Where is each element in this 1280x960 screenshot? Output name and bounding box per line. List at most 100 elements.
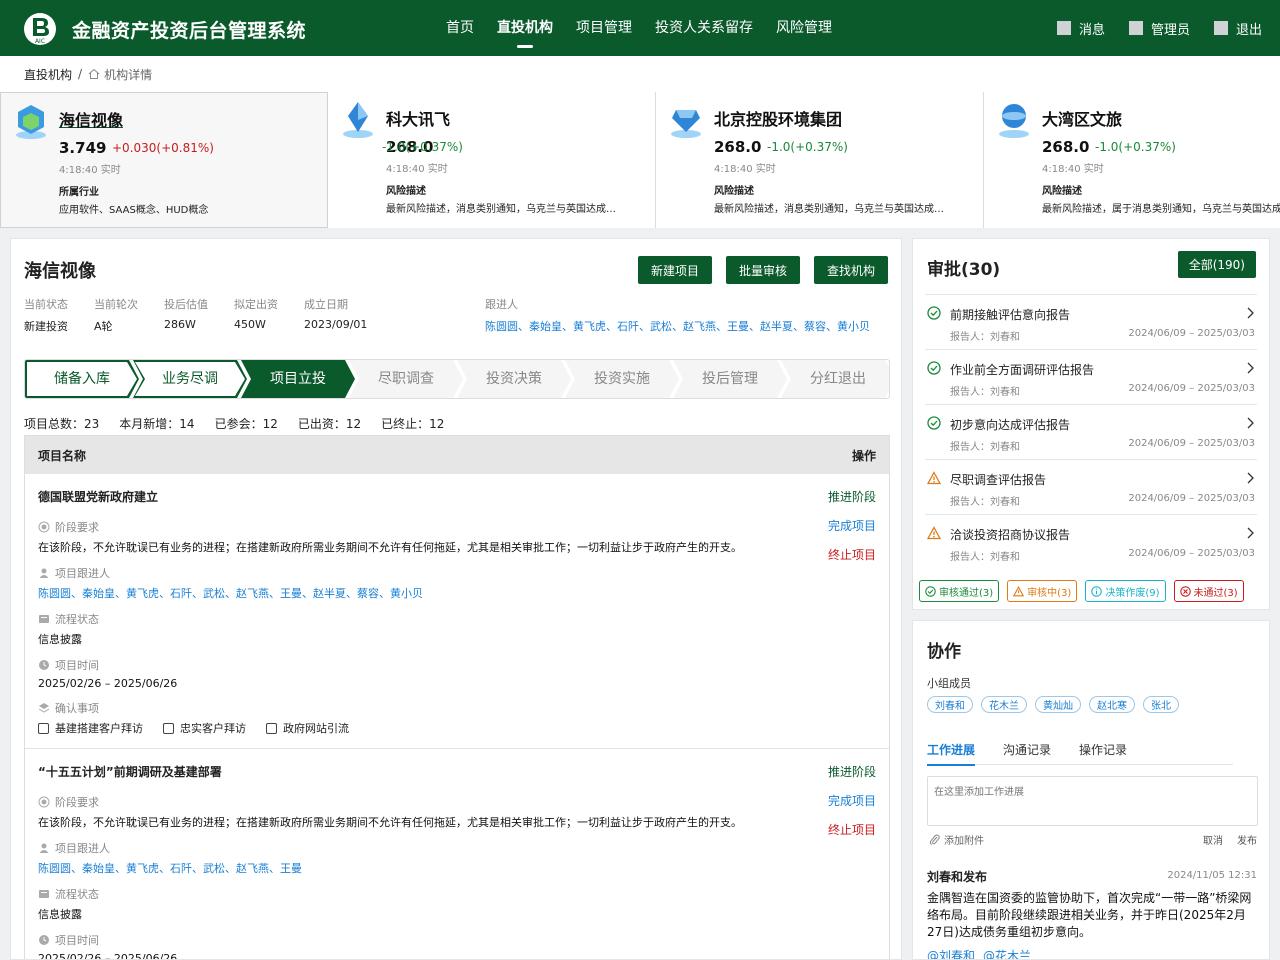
follower-link[interactable]: 赵飞燕 — [683, 320, 716, 333]
follower-link[interactable]: 赵飞燕 — [236, 862, 269, 875]
filter-reviewing[interactable]: 审核中(3) — [1007, 580, 1078, 602]
member-tag[interactable]: 刘春和 — [927, 696, 973, 713]
mention-link[interactable]: @刘春和 — [927, 947, 975, 959]
follower-link[interactable]: 武松 — [203, 587, 225, 600]
filter-rejected[interactable]: 未通过(3) — [1173, 580, 1244, 602]
cancel-button[interactable]: 取消 — [1203, 832, 1223, 847]
stock-card[interactable]: 海信视像 3.749 +0.030(+0.81%) 4:18:40 实时 所属行… — [0, 92, 328, 228]
nav-institutions[interactable]: 直投机构 — [497, 0, 553, 56]
filter-approved[interactable]: 审核通过(3) — [919, 580, 1000, 602]
follower-link[interactable]: 黄飞虎 — [573, 320, 606, 333]
nav-risk[interactable]: 风险管理 — [776, 0, 832, 56]
step-post-investment[interactable]: 投后管理 — [673, 360, 787, 398]
terminate-project-link[interactable]: 终止项目 — [828, 821, 876, 838]
follower-link[interactable]: 石阡 — [617, 320, 639, 333]
collab-title: 协作 — [927, 642, 961, 662]
stat-total: 项目总数：23 — [24, 417, 100, 431]
follower-link[interactable]: 武松 — [650, 320, 672, 333]
approval-item[interactable]: 作业前全方面调研评估报告 报告人：刘春和 2024/06/09 – 2025/0… — [925, 349, 1257, 404]
step-exit[interactable]: 分红退出 — [781, 360, 890, 398]
approval-item[interactable]: 尽职调查评估报告 报告人：刘春和 2024/06/09 – 2025/03/03 — [925, 459, 1257, 514]
member-tag[interactable]: 花木兰 — [981, 696, 1027, 713]
checkbox-icon[interactable] — [38, 722, 49, 734]
follower-link[interactable]: 赵半夏 — [313, 587, 346, 600]
complete-project-link[interactable]: 完成项目 — [828, 792, 876, 809]
step-decision[interactable]: 投资决策 — [457, 360, 571, 398]
confirm-checkbox[interactable]: 政府网站引流 — [266, 720, 349, 736]
approval-item[interactable]: 前期接触评估意向报告 报告人：刘春和 2024/06/09 – 2025/03/… — [925, 294, 1257, 349]
follower-link[interactable]: 蔡容 — [357, 587, 379, 600]
advance-stage-link[interactable]: 推进阶段 — [828, 763, 876, 780]
follower-link[interactable]: 王曼 — [727, 320, 749, 333]
complete-project-link[interactable]: 完成项目 — [828, 517, 876, 534]
follower-link[interactable]: 赵飞燕 — [236, 587, 269, 600]
step-business-dd[interactable]: 业务尽调 — [133, 360, 247, 398]
publish-button[interactable]: 发布 — [1237, 832, 1257, 847]
batch-review-button[interactable]: 批量审核 — [725, 256, 800, 284]
progress-input[interactable] — [927, 776, 1258, 826]
gem-icon — [671, 110, 701, 138]
follower-link[interactable]: 赵半夏 — [760, 320, 793, 333]
new-project-button[interactable]: 新建项目 — [637, 256, 712, 284]
stock-card[interactable]: 科大讯飞 268.0 -1.0(+0.37%) 4:18:40 实时 风险描述 … — [328, 92, 656, 228]
follower-link[interactable]: 秦始皇 — [82, 587, 115, 600]
confirm-checkbox[interactable]: 基建搭建客户拜访 — [38, 720, 143, 736]
follower-link[interactable]: 石阡 — [170, 587, 192, 600]
follower-link[interactable]: 蔡容 — [804, 320, 826, 333]
nav-home[interactable]: 首页 — [446, 0, 474, 56]
breadcrumb-parent[interactable]: 直投机构 — [24, 66, 72, 83]
follower-link[interactable]: 武松 — [203, 862, 225, 875]
tab-work-progress[interactable]: 工作进展 — [927, 741, 976, 766]
project-follower-list: 陈圆圆、秦始皇、黄飞虎、石阡、武松、赵飞燕、王曼、赵半夏、蔡容、黄小贝 — [38, 585, 876, 601]
nav-investor-relations[interactable]: 投资人关系留存 — [655, 0, 753, 56]
project-name[interactable]: 德国联盟党新政府建立 — [38, 488, 876, 505]
follower-link[interactable]: 陈圆圆 — [485, 320, 518, 333]
stock-card[interactable]: 大湾区文旅 268.0 -1.0(+0.37%) 4:18:40 实时 风险描述… — [984, 92, 1280, 228]
attach-button[interactable]: 添加附件 — [929, 832, 984, 847]
stock-change: -1.0(+0.37%) — [767, 140, 848, 154]
follower-link[interactable]: 黄飞虎 — [126, 862, 159, 875]
approval-item[interactable]: 初步意向达成评估报告 报告人：刘春和 2024/06/09 – 2025/03/… — [925, 404, 1257, 459]
member-tag[interactable]: 黄灿灿 — [1035, 696, 1081, 713]
follower-link[interactable]: 秦始皇 — [529, 320, 562, 333]
filter-voided[interactable]: 决策作废(9) — [1085, 580, 1166, 602]
terminate-project-link[interactable]: 终止项目 — [828, 546, 876, 563]
messages-button[interactable]: 消息 — [1056, 19, 1105, 38]
step-implementation[interactable]: 投资实施 — [565, 360, 679, 398]
list-separator: 、 — [159, 862, 170, 875]
stock-time: 4:18:40 实时 — [1042, 164, 1104, 175]
all-approvals-button[interactable]: 全部(190) — [1177, 251, 1256, 278]
follower-link[interactable]: 秦始皇 — [82, 862, 115, 875]
follower-link[interactable]: 黄飞虎 — [126, 587, 159, 600]
project-name[interactable]: “十五五计划”前期调研及基建部署 — [38, 763, 876, 780]
follower-link[interactable]: 黄小贝 — [837, 320, 870, 333]
admin-button[interactable]: 管理员 — [1128, 19, 1190, 38]
follower-link[interactable]: 王曼 — [280, 862, 302, 875]
tab-communication[interactable]: 沟通记录 — [1003, 741, 1051, 765]
nav-projects[interactable]: 项目管理 — [576, 0, 632, 56]
approval-item[interactable]: 洽谈投资招商协议报告 报告人：刘春和 2024/06/09 – 2025/03/… — [925, 514, 1257, 569]
step-reserve[interactable]: 储备入库 — [25, 360, 139, 398]
checkbox-icon[interactable] — [266, 722, 277, 734]
advance-stage-link[interactable]: 推进阶段 — [828, 488, 876, 505]
find-institution-button[interactable]: 查找机构 — [813, 256, 888, 284]
checkbox-icon[interactable] — [163, 722, 174, 734]
tab-operation-log[interactable]: 操作记录 — [1079, 741, 1127, 765]
follower-link[interactable]: 黄小贝 — [390, 587, 423, 600]
flow-icon — [39, 890, 49, 898]
stock-desc: 应用软件、SAAS概念、HUD概念 — [59, 205, 209, 216]
follower-link[interactable]: 王曼 — [280, 587, 302, 600]
logout-button[interactable]: 退出 — [1213, 19, 1262, 38]
follower-link[interactable]: 陈圆圆 — [38, 862, 71, 875]
confirm-checkbox[interactable]: 忠实客户拜访 — [163, 720, 246, 736]
step-due-diligence[interactable]: 尽职调查 — [349, 360, 463, 398]
step-project-approval[interactable]: 项目立投 — [241, 360, 355, 398]
mention-link[interactable]: @花木兰 — [983, 947, 1031, 959]
member-tag[interactable]: 赵北寒 — [1089, 696, 1135, 713]
target-icon — [38, 796, 50, 808]
list-separator: 、 — [115, 862, 126, 875]
member-tag[interactable]: 张北 — [1143, 696, 1179, 713]
stock-card[interactable]: 北京控股环境集团 268.0 -1.0(+0.37%) 4:18:40 实时 风… — [656, 92, 984, 228]
follower-link[interactable]: 石阡 — [170, 862, 192, 875]
follower-link[interactable]: 陈圆圆 — [38, 587, 71, 600]
